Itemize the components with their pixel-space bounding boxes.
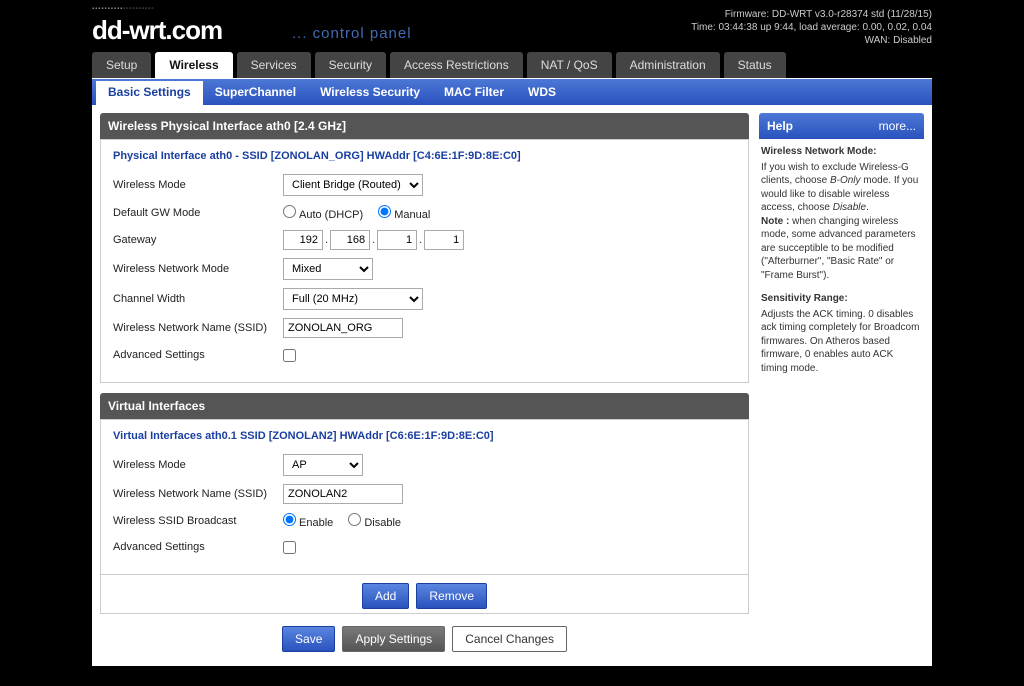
help-mode-text: If you wish to exclude Wireless-G client…	[761, 161, 922, 283]
select-virt-mode[interactable]: AP	[283, 454, 363, 476]
save-button[interactable]: Save	[282, 626, 335, 652]
virt-legend: Virtual Interfaces ath0.1 SSID [ZONOLAN2…	[113, 430, 736, 450]
help-mode-heading: Wireless Network Mode:	[761, 145, 922, 159]
label-virt-advanced: Advanced Settings	[113, 541, 283, 553]
label-ssid: Wireless Network Name (SSID)	[113, 322, 283, 334]
subtitle: ... control panel	[292, 25, 412, 42]
checkbox-advanced-virt[interactable]	[283, 541, 296, 554]
phy-panel-title: Wireless Physical Interface ath0 [2.4 GH…	[100, 113, 749, 139]
remove-button[interactable]: Remove	[416, 583, 487, 609]
phy-panel: Physical Interface ath0 - SSID [ZONOLAN_…	[100, 139, 749, 383]
label-wireless-mode: Wireless Mode	[113, 179, 283, 191]
firmware-version: Firmware: DD-WRT v3.0-r28374 std (11/28/…	[691, 8, 932, 21]
tab-status[interactable]: Status	[724, 52, 786, 78]
select-channel-width[interactable]: Full (20 MHz)	[283, 288, 423, 310]
add-remove-bar: Add Remove	[100, 575, 749, 614]
help-body: Wireless Network Mode: If you wish to ex…	[759, 139, 924, 391]
radio-bcast-disable-label[interactable]: Disable	[348, 517, 401, 529]
subtab-wireless-security[interactable]: Wireless Security	[308, 79, 432, 105]
subtab-mac-filter[interactable]: MAC Filter	[432, 79, 516, 105]
logo: dd-wrt.com	[92, 15, 222, 46]
apply-button[interactable]: Apply Settings	[342, 626, 445, 652]
subtab-superchannel[interactable]: SuperChannel	[203, 79, 308, 105]
virt-panel-title: Virtual Interfaces	[100, 393, 749, 419]
label-network-mode: Wireless Network Mode	[113, 263, 283, 275]
gateway-octet-4[interactable]	[424, 230, 464, 250]
select-wireless-mode[interactable]: Client Bridge (Routed)	[283, 174, 423, 196]
status-box: Firmware: DD-WRT v3.0-r28374 std (11/28/…	[691, 8, 932, 47]
select-network-mode[interactable]: Mixed	[283, 258, 373, 280]
system-time: Time: 03:44:38 up 9:44, load average: 0.…	[691, 21, 932, 34]
cancel-button[interactable]: Cancel Changes	[452, 626, 567, 652]
tab-setup[interactable]: Setup	[92, 52, 151, 78]
tab-services[interactable]: Services	[237, 52, 311, 78]
gateway-octet-3[interactable]	[377, 230, 417, 250]
help-sens-heading: Sensitivity Range:	[761, 292, 922, 306]
radio-gw-manual-label[interactable]: Manual	[378, 209, 430, 221]
input-virt-ssid[interactable]	[283, 484, 403, 504]
help-sens-text: Adjusts the ACK timing. 0 disables ack t…	[761, 308, 922, 376]
subtab-wds[interactable]: WDS	[516, 79, 568, 105]
radio-bcast-enable[interactable]	[283, 513, 296, 526]
gateway-octet-2[interactable]	[330, 230, 370, 250]
radio-gw-auto-label[interactable]: Auto (DHCP)	[283, 209, 363, 221]
phy-legend: Physical Interface ath0 - SSID [ZONOLAN_…	[113, 150, 736, 170]
label-virt-mode: Wireless Mode	[113, 459, 283, 471]
checkbox-advanced-phy[interactable]	[283, 349, 296, 362]
tab-access-restrictions[interactable]: Access Restrictions	[390, 52, 523, 78]
label-gw-mode: Default GW Mode	[113, 207, 283, 219]
add-button[interactable]: Add	[362, 583, 409, 609]
label-channel-width: Channel Width	[113, 293, 283, 305]
help-more-link[interactable]: more...	[879, 119, 916, 133]
label-advanced: Advanced Settings	[113, 349, 283, 361]
radio-gw-auto[interactable]	[283, 205, 296, 218]
tab-administration[interactable]: Administration	[616, 52, 720, 78]
radio-gw-manual[interactable]	[378, 205, 391, 218]
subtab-basic-settings[interactable]: Basic Settings	[96, 81, 203, 105]
sub-tabs: Basic Settings SuperChannel Wireless Sec…	[92, 78, 932, 105]
header-decoration: ▪▪▪▪▪▪▪▪▪▪▫▫▫▫▫▫▫▫▫▫	[92, 6, 155, 12]
radio-bcast-disable[interactable]	[348, 513, 361, 526]
gateway-octet-1[interactable]	[283, 230, 323, 250]
footer-buttons: Save Apply Settings Cancel Changes	[100, 614, 749, 658]
radio-bcast-enable-label[interactable]: Enable	[283, 517, 333, 529]
label-gateway: Gateway	[113, 234, 283, 246]
header: ▪▪▪▪▪▪▪▪▪▪▫▫▫▫▫▫▫▫▫▫ dd-wrt.com ... cont…	[92, 6, 932, 46]
tab-nat-qos[interactable]: NAT / QoS	[527, 52, 612, 78]
label-virt-ssid: Wireless Network Name (SSID)	[113, 488, 283, 500]
wan-status: WAN: Disabled	[691, 34, 932, 47]
help-title: Help more...	[759, 113, 924, 139]
tab-wireless[interactable]: Wireless	[155, 52, 232, 78]
label-ssid-broadcast: Wireless SSID Broadcast	[113, 515, 283, 527]
main-tabs: Setup Wireless Services Security Access …	[92, 52, 932, 78]
input-ssid[interactable]	[283, 318, 403, 338]
tab-security[interactable]: Security	[315, 52, 386, 78]
virt-panel: Virtual Interfaces ath0.1 SSID [ZONOLAN2…	[100, 419, 749, 575]
